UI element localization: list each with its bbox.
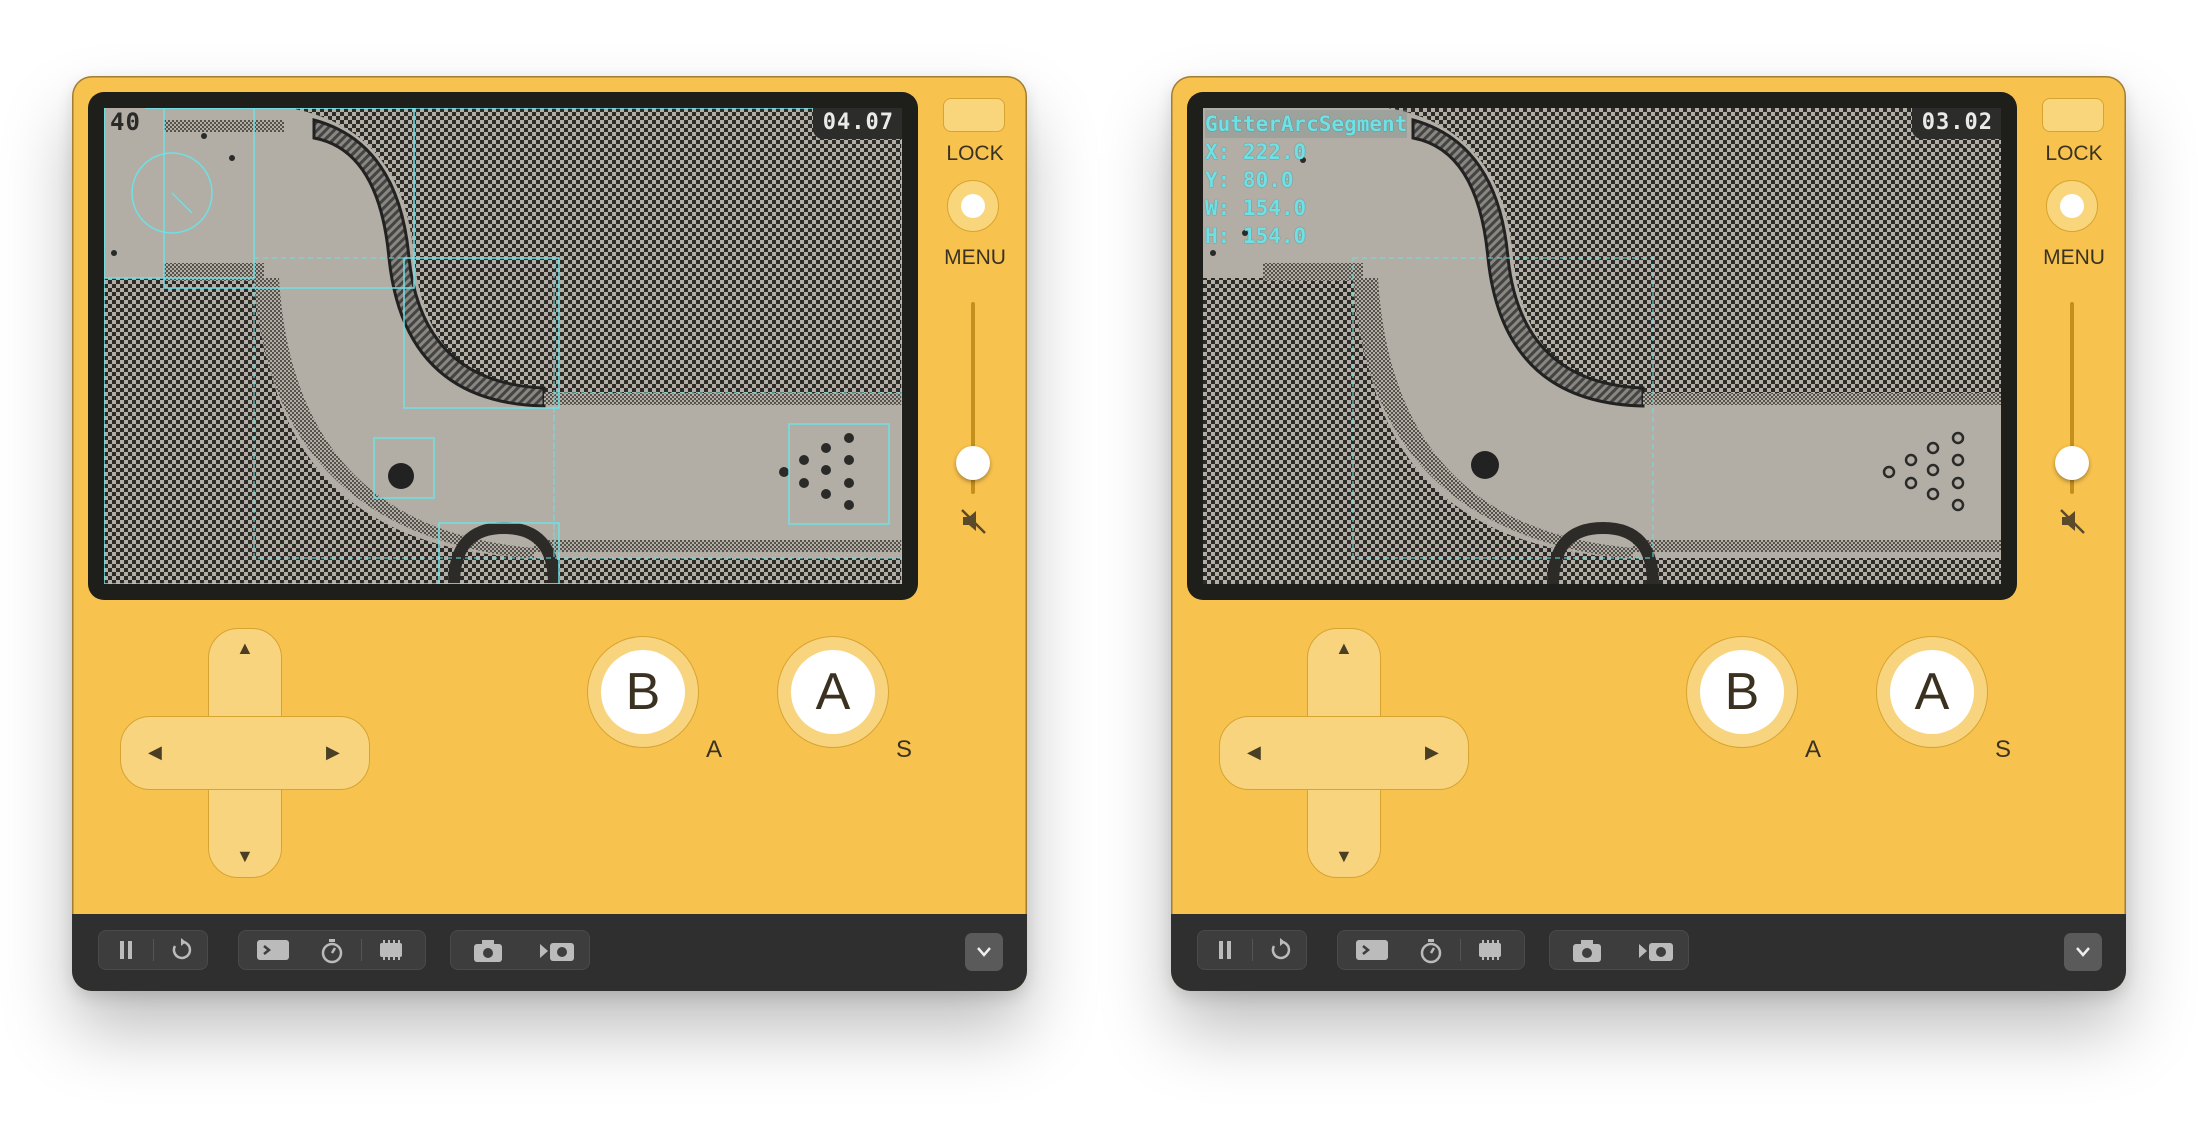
game-screen[interactable]: 40 04.07 [104, 108, 902, 584]
dpad-up-icon[interactable]: ▲ [236, 638, 254, 659]
dpad-down-icon[interactable]: ▼ [236, 846, 254, 867]
restart-icon[interactable] [154, 931, 208, 969]
menu-button[interactable] [2046, 180, 2098, 232]
restart-icon[interactable] [1253, 931, 1307, 969]
tools-group [1337, 930, 1525, 970]
pause-icon[interactable] [1198, 931, 1252, 969]
crank-knob[interactable] [956, 446, 990, 480]
hud-timer: 03.02 [1911, 108, 2001, 139]
lock-button[interactable] [2042, 98, 2104, 132]
playback-group [1197, 930, 1307, 970]
playback-group [98, 930, 208, 970]
hud-timer: 04.07 [812, 108, 902, 139]
chevron-down-icon[interactable] [965, 933, 1003, 971]
screen-bezel: 40 04.07 [88, 92, 918, 600]
game-screen[interactable]: GutterArcSegment X: 222.0 Y: 80.0 W: 154… [1203, 108, 2001, 584]
memory-icon[interactable] [363, 931, 417, 969]
record-video-icon[interactable] [1624, 931, 1684, 969]
a-button-key: S [1995, 736, 2012, 763]
crank-knob[interactable] [2055, 446, 2089, 480]
b-button-label: B [1700, 650, 1784, 734]
simulator-left: 40 04.07 LOCK MENU ▲ ▼ ◀ ▶ B A A S [72, 76, 1027, 991]
dpad-up-icon[interactable]: ▲ [1335, 638, 1353, 659]
inspector-x: X: 222.0 [1205, 140, 1307, 164]
camera-icon[interactable] [459, 931, 513, 969]
mute-icon[interactable] [2056, 504, 2090, 538]
lock-label: LOCK [2045, 142, 2103, 165]
inspector-w: W: 154.0 [1205, 196, 1307, 220]
a-button[interactable]: A [777, 636, 889, 748]
camera-icon[interactable] [1558, 931, 1612, 969]
screen-bezel: GutterArcSegment X: 222.0 Y: 80.0 W: 154… [1187, 92, 2017, 600]
a-button-key: S [896, 736, 913, 763]
dpad[interactable]: ▲ ▼ ◀ ▶ [1219, 628, 1469, 878]
dpad-left-icon[interactable]: ◀ [148, 742, 162, 763]
b-button-label: B [601, 650, 685, 734]
stopwatch-icon[interactable] [1404, 931, 1458, 969]
mute-icon[interactable] [957, 504, 991, 538]
lock-button[interactable] [943, 98, 1005, 132]
b-button[interactable]: B [587, 636, 699, 748]
b-button-key: A [706, 736, 723, 763]
menu-button[interactable] [947, 180, 999, 232]
inspector-title: GutterArcSegment [1205, 110, 1408, 138]
dpad-left-icon[interactable]: ◀ [1247, 742, 1261, 763]
console-icon[interactable] [243, 931, 303, 969]
debug-inspector: GutterArcSegment X: 222.0 Y: 80.0 W: 154… [1205, 110, 1408, 250]
b-button-key: A [1805, 736, 1822, 763]
a-button-label: A [791, 650, 875, 734]
pause-icon[interactable] [99, 931, 153, 969]
simulator-right: GutterArcSegment X: 222.0 Y: 80.0 W: 154… [1171, 76, 2126, 991]
dpad-right-icon[interactable]: ▶ [1425, 742, 1439, 763]
inspector-h: H: 154.0 [1205, 224, 1307, 248]
capture-group [1549, 930, 1689, 970]
game-scene [104, 108, 902, 584]
hud-counter: 40 [106, 108, 145, 136]
capture-group [450, 930, 590, 970]
menu-label: MENU [2043, 246, 2105, 269]
stopwatch-icon[interactable] [305, 931, 359, 969]
dpad-down-icon[interactable]: ▼ [1335, 846, 1353, 867]
console-icon[interactable] [1342, 931, 1402, 969]
simulator-toolbar [1171, 914, 2126, 991]
dpad[interactable]: ▲ ▼ ◀ ▶ [120, 628, 370, 878]
record-video-icon[interactable] [525, 931, 585, 969]
chevron-down-icon[interactable] [2064, 933, 2102, 971]
menu-label: MENU [944, 246, 1006, 269]
memory-icon[interactable] [1462, 931, 1516, 969]
b-button[interactable]: B [1686, 636, 1798, 748]
inspector-y: Y: 80.0 [1205, 168, 1294, 192]
lock-label: LOCK [946, 142, 1004, 165]
tools-group [238, 930, 426, 970]
a-button-label: A [1890, 650, 1974, 734]
a-button[interactable]: A [1876, 636, 1988, 748]
simulator-toolbar [72, 914, 1027, 991]
dpad-right-icon[interactable]: ▶ [326, 742, 340, 763]
